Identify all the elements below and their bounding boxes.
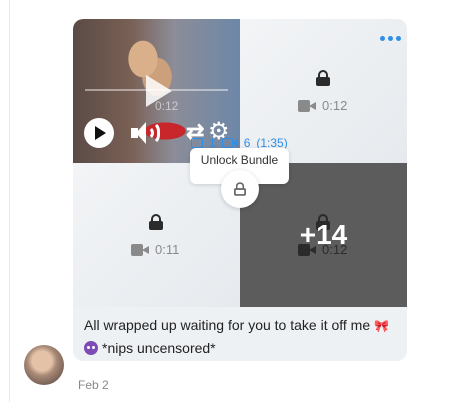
unlock-button[interactable]	[221, 170, 259, 208]
video-duration-label: 0:12	[298, 98, 347, 113]
more-media-tile[interactable]: 0:12 +14	[240, 163, 407, 307]
post-caption: All wrapped up waiting for you to take i…	[84, 314, 402, 359]
more-icon[interactable]	[380, 36, 401, 41]
video-duration: 0:12	[322, 98, 348, 113]
avatar[interactable]	[24, 345, 64, 385]
image-icon	[191, 138, 203, 148]
video-camera-icon	[131, 243, 149, 256]
post-date: Feb 2	[78, 378, 109, 392]
video-camera-icon	[298, 99, 316, 112]
video-duration: 0:12	[155, 99, 179, 113]
lock-icon	[234, 182, 246, 196]
volume-icon[interactable]	[131, 120, 161, 146]
left-divider	[9, 0, 10, 402]
caption-text: All wrapped up waiting for you to take i…	[84, 317, 371, 333]
video-duration: 0:11	[155, 242, 180, 257]
play-icon[interactable]	[84, 118, 114, 148]
more-media-count: +14	[299, 219, 348, 250]
locked-media-tile[interactable]: 0:11	[73, 163, 240, 307]
ribbon-emoji: 🎀	[374, 319, 389, 333]
devil-emoji	[84, 341, 98, 355]
caption-text: *nips uncensored*	[102, 340, 216, 356]
lock-icon	[149, 214, 163, 230]
video-duration-label: 0:11	[131, 242, 179, 257]
video-camera-icon	[221, 138, 238, 148]
lock-icon	[316, 70, 330, 86]
